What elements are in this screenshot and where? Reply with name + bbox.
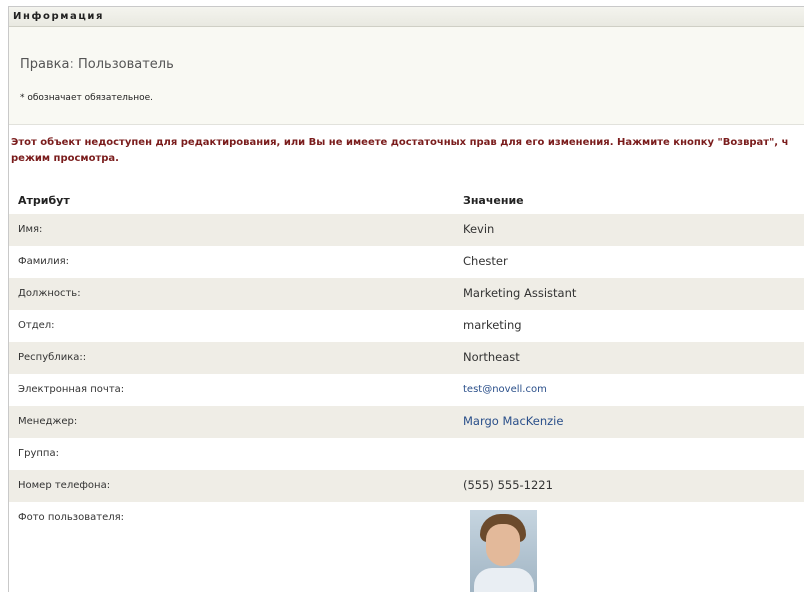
attribute-value: Northeast	[463, 350, 520, 364]
edit-separator: :	[69, 57, 74, 72]
table-row-first-name: Имя: Kevin	[9, 214, 804, 246]
photo-shirt	[474, 568, 534, 592]
table-row-group: Группа:	[9, 438, 804, 470]
table-row-last-name: Фамилия: Chester	[9, 246, 804, 278]
form-header: Правка: Пользователь * обозначает обязат…	[9, 27, 804, 125]
attribute-label: Группа:	[18, 448, 59, 459]
attribute-value: (555) 555-1221	[463, 478, 553, 492]
attribute-label: Фото пользователя:	[18, 512, 125, 523]
warning-line-1: Этот объект недоступен для редактировани…	[11, 137, 789, 148]
attribute-value: Marketing Assistant	[463, 286, 577, 300]
warning-line-2: режим просмотра.	[11, 153, 119, 164]
table-row-region: Республика:: Northeast	[9, 342, 804, 374]
attribute-value: Chester	[463, 254, 508, 268]
info-panel: Информация Правка: Пользователь * обозна…	[8, 6, 804, 592]
attribute-label: Республика::	[18, 352, 87, 363]
edit-label: Правка	[20, 57, 70, 72]
table-row-photo: Фото пользователя:	[9, 502, 804, 592]
attribute-label: Фамилия:	[18, 256, 70, 267]
table-header: Атрибут Значение	[9, 189, 804, 214]
readonly-warning: Этот объект недоступен для редактировани…	[11, 135, 804, 167]
content-area: Этот объект недоступен для редактировани…	[9, 125, 804, 592]
table-row-manager: Менеджер: Margo MacKenzie	[9, 406, 804, 438]
table-row-title: Должность: Marketing Assistant	[9, 278, 804, 310]
attribute-label: Номер телефона:	[18, 480, 111, 491]
attribute-label: Имя:	[18, 224, 43, 235]
attribute-table: Атрибут Значение Имя: Kevin Фамилия: Che…	[9, 189, 804, 592]
required-note: * обозначает обязательное.	[20, 93, 153, 103]
column-header-attribute: Атрибут	[18, 194, 70, 207]
page-title: Правка: Пользователь	[20, 57, 174, 72]
email-link[interactable]: test@novell.com	[463, 384, 547, 395]
user-photo	[470, 510, 537, 592]
table-row-department: Отдел: marketing	[9, 310, 804, 342]
object-type: Пользователь	[78, 57, 174, 72]
attribute-label: Должность:	[18, 288, 81, 299]
column-header-value: Значение	[463, 194, 524, 207]
attribute-label: Менеджер:	[18, 416, 78, 427]
attribute-label: Отдел:	[18, 320, 55, 331]
manager-link[interactable]: Margo MacKenzie	[463, 414, 563, 428]
table-row-phone: Номер телефона: (555) 555-1221	[9, 470, 804, 502]
photo-face	[486, 524, 520, 566]
table-row-email: Электронная почта: test@novell.com	[9, 374, 804, 406]
attribute-label: Электронная почта:	[18, 384, 125, 395]
panel-title: Информация	[9, 7, 804, 27]
attribute-value: Kevin	[463, 222, 495, 236]
blur-patch	[21, 542, 87, 564]
attribute-value: marketing	[463, 318, 522, 332]
